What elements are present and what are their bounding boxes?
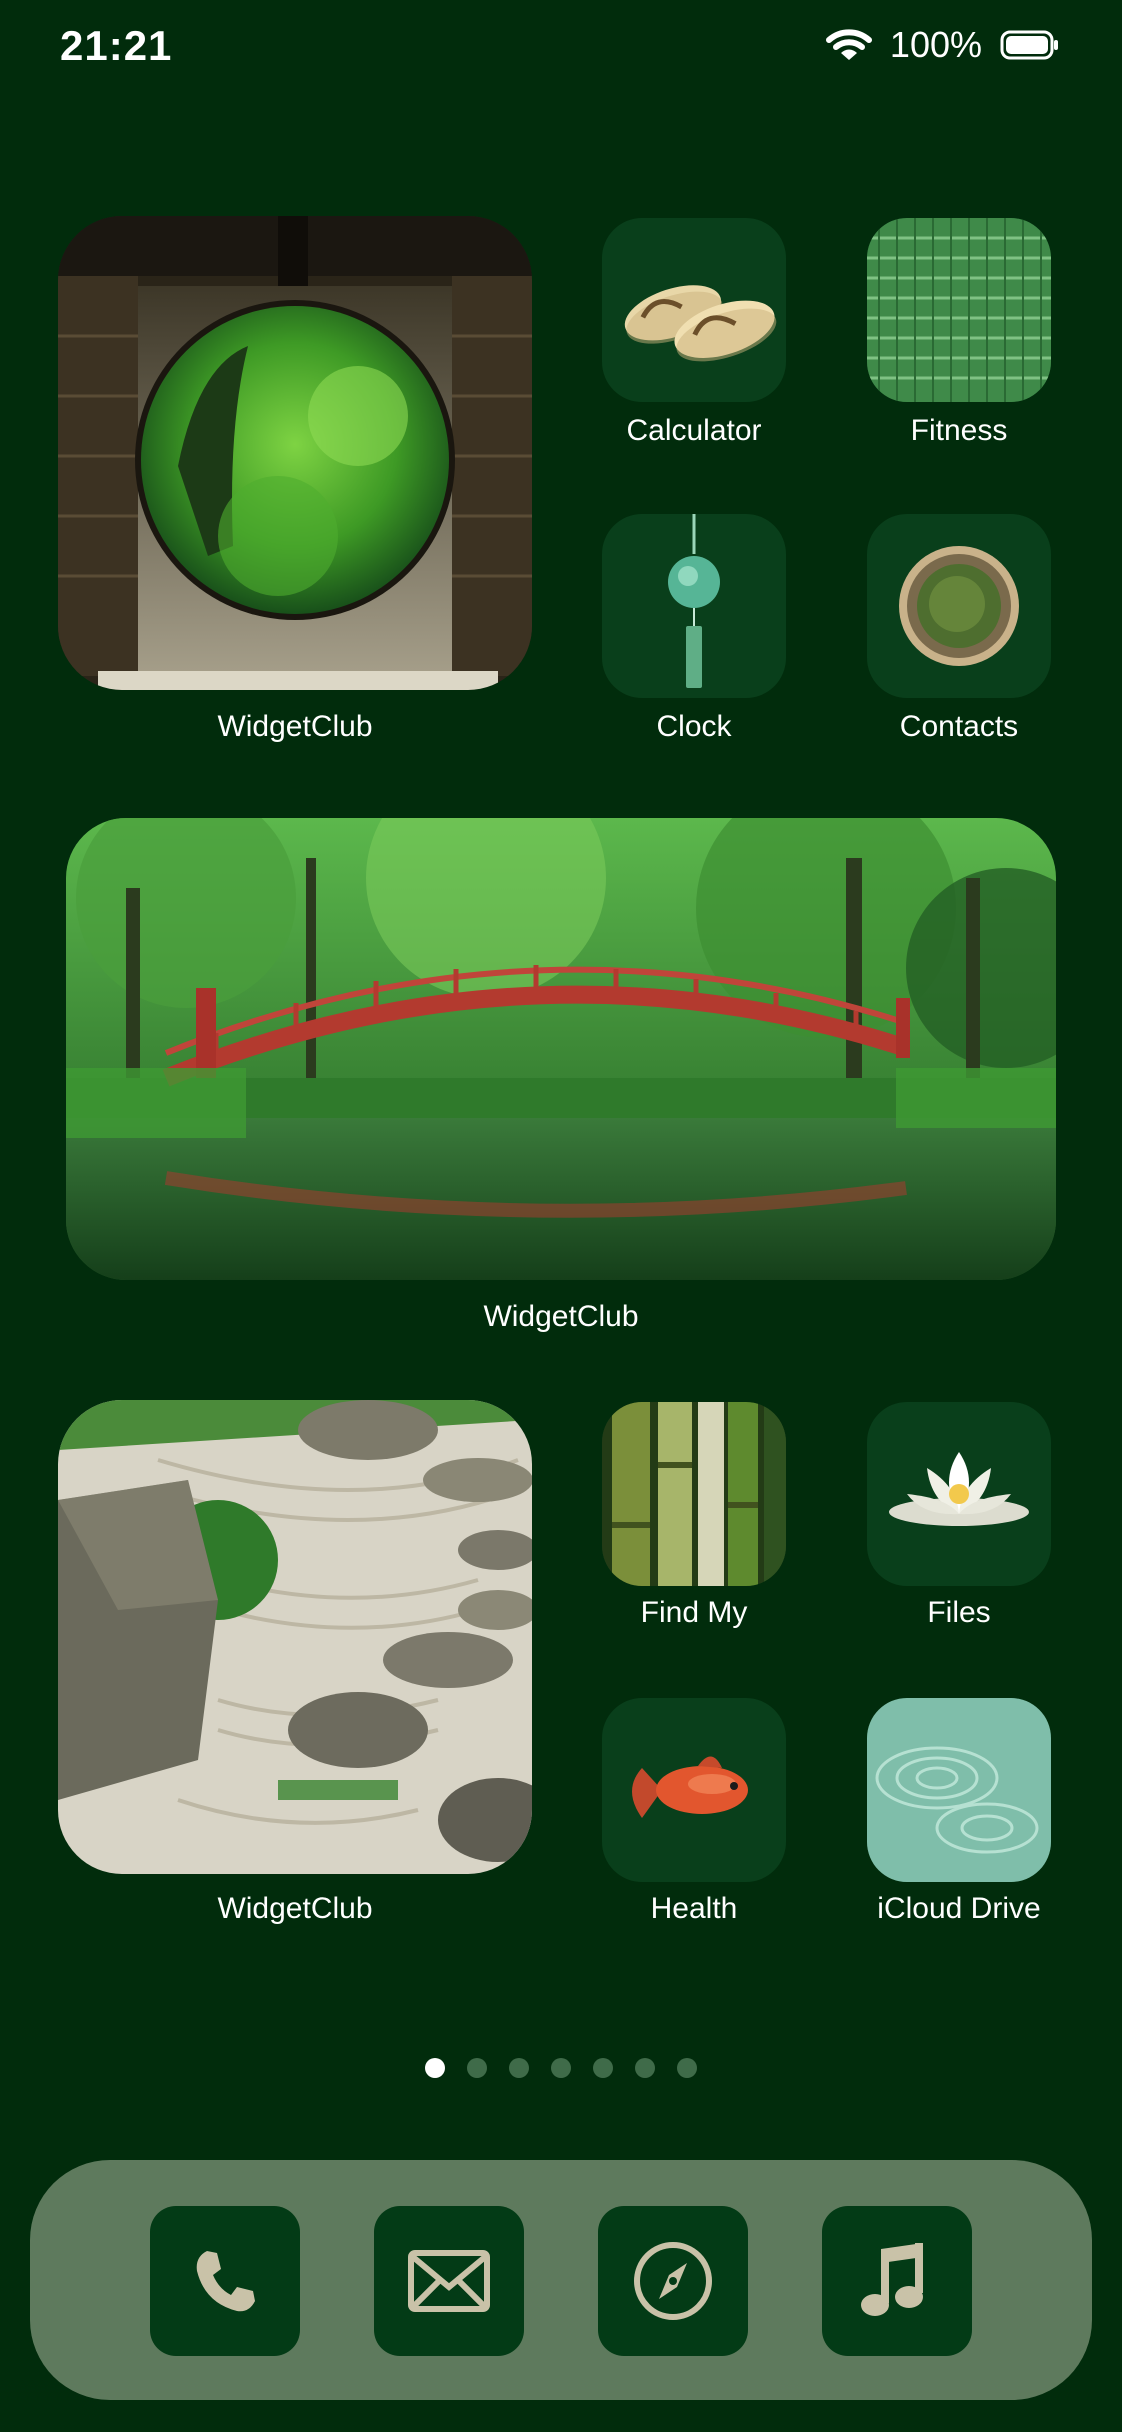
compass-icon xyxy=(634,2242,712,2320)
widget-label-bottom: WidgetClub xyxy=(217,1892,373,1925)
zen-garden-image xyxy=(58,1400,532,1874)
app-contacts[interactable] xyxy=(867,514,1051,698)
page-indicator[interactable] xyxy=(0,2058,1122,2078)
app-clock-label: Clock xyxy=(656,710,732,743)
widget-bridge-pond[interactable] xyxy=(66,818,1056,1280)
battery-percent: 100% xyxy=(889,24,982,65)
wind-chime-icon xyxy=(668,514,720,688)
lotus-icon xyxy=(889,1452,1029,1526)
app-files-label: Files xyxy=(927,1596,991,1629)
bridge-pond-image xyxy=(66,818,1056,1280)
bamboo-icon xyxy=(602,1402,786,1586)
page-dot[interactable] xyxy=(467,2058,487,2078)
mail-icon xyxy=(408,2250,490,2312)
battery-full-icon xyxy=(1000,30,1058,60)
page-dot[interactable] xyxy=(551,2058,571,2078)
status-indicators: 100% xyxy=(825,24,1060,66)
page-dot[interactable] xyxy=(635,2058,655,2078)
widget-label-top: WidgetClub xyxy=(217,710,373,743)
widget-round-window[interactable] xyxy=(58,216,532,690)
dock-mail-button[interactable] xyxy=(374,2206,524,2356)
app-files[interactable] xyxy=(867,1402,1051,1586)
tatami-icon xyxy=(867,218,1051,402)
water-ripple-icon xyxy=(867,1698,1051,1882)
app-find-my[interactable] xyxy=(602,1402,786,1586)
page-dot[interactable] xyxy=(593,2058,613,2078)
page-dot[interactable] xyxy=(677,2058,697,2078)
app-icloud-drive-label: iCloud Drive xyxy=(877,1892,1041,1925)
widget-zen-garden[interactable] xyxy=(58,1400,532,1874)
app-fitness-label: Fitness xyxy=(910,414,1008,447)
dock xyxy=(30,2160,1092,2400)
page-dot[interactable] xyxy=(425,2058,445,2078)
app-calculator[interactable] xyxy=(602,218,786,402)
app-calculator-label: Calculator xyxy=(626,414,762,447)
wifi-icon xyxy=(825,29,872,60)
app-health[interactable] xyxy=(602,1698,786,1882)
app-health-label: Health xyxy=(650,1892,738,1925)
round-window-image xyxy=(58,216,532,690)
app-fitness[interactable] xyxy=(867,218,1051,402)
dock-music-button[interactable] xyxy=(822,2206,972,2356)
app-icloud-drive[interactable] xyxy=(867,1698,1051,1882)
app-find-my-label: Find My xyxy=(640,1596,748,1629)
phone-icon xyxy=(196,2251,255,2312)
widget-label-middle: WidgetClub xyxy=(483,1300,639,1333)
app-contacts-label: Contacts xyxy=(899,710,1019,743)
sandals-icon xyxy=(624,285,777,362)
app-clock[interactable] xyxy=(602,514,786,698)
goldfish-icon xyxy=(632,1756,748,1818)
matcha-bowl-icon xyxy=(899,546,1019,666)
page-dot[interactable] xyxy=(509,2058,529,2078)
dock-phone-button[interactable] xyxy=(150,2206,300,2356)
music-note-icon xyxy=(861,2243,923,2316)
dock-safari-button[interactable] xyxy=(598,2206,748,2356)
status-time: 21:21 xyxy=(60,22,173,69)
